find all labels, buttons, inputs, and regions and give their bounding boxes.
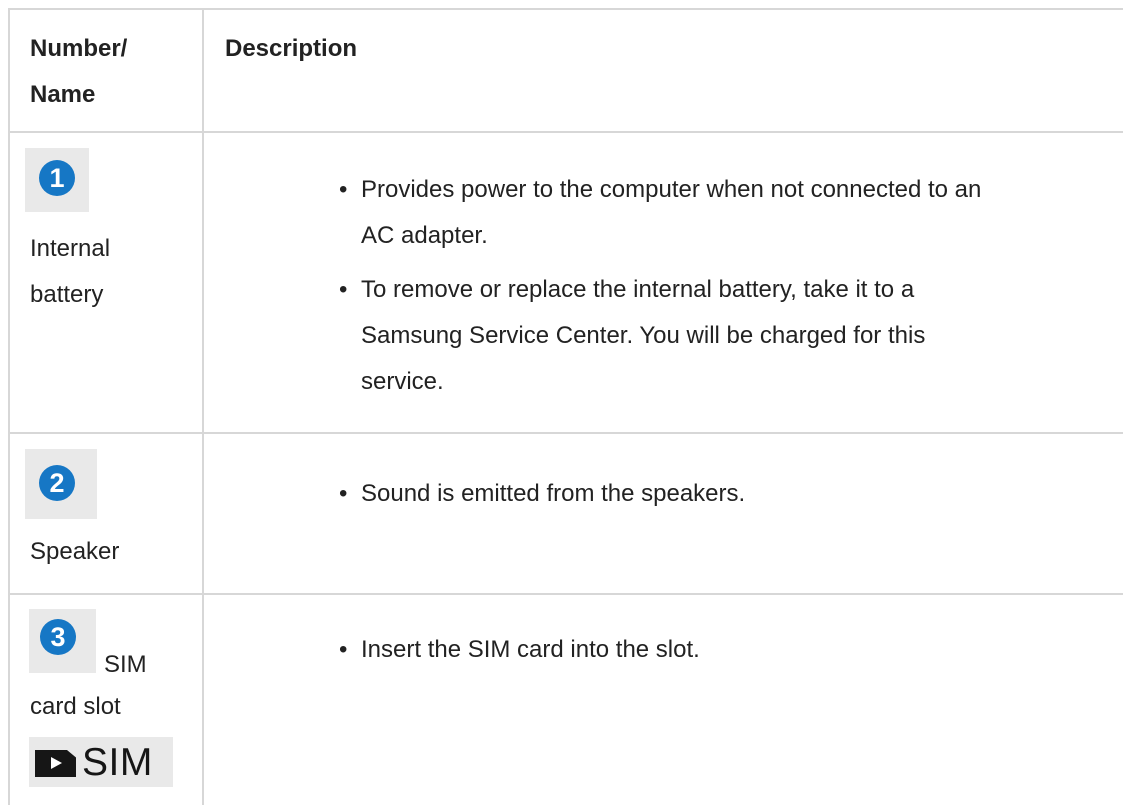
- header-divider: [8, 131, 1123, 133]
- list-item-line: To remove or replace the internal batter…: [361, 276, 915, 303]
- row-name-line: Speaker: [30, 538, 120, 565]
- row-name-line: battery: [30, 281, 104, 308]
- sim-icon-label: SIM: [82, 741, 153, 784]
- number-3-icon: 3: [40, 619, 76, 655]
- column-divider: [202, 8, 204, 805]
- number-badge-box: 1: [25, 148, 89, 212]
- row-name-card-slot: card slot: [30, 693, 121, 720]
- list-item-line: AC adapter.: [361, 222, 488, 249]
- sim-play-icon: [35, 750, 76, 777]
- number-2-icon: 2: [39, 465, 75, 501]
- table-left-border: [8, 8, 10, 805]
- list-item: Sound is emitted from the speakers.: [339, 471, 745, 517]
- table-top-border: [8, 8, 1123, 10]
- header-name-line: Name: [30, 81, 96, 108]
- list-item-line: Provides power to the computer when not …: [361, 176, 982, 203]
- number-badge-box: 2: [25, 449, 97, 519]
- row-divider: [8, 593, 1123, 595]
- components-table: Number/ Name Description 1 Internal batt…: [8, 8, 1123, 805]
- description-list: Insert the SIM card into the slot.: [339, 627, 700, 673]
- row-name-speaker: Speaker: [30, 529, 119, 575]
- list-item: Provides power to the computer when not …: [339, 167, 981, 259]
- description-list: Provides power to the computer when not …: [339, 167, 981, 405]
- sim-card-icon: SIM: [29, 737, 173, 787]
- list-item: Insert the SIM card into the slot.: [339, 627, 700, 673]
- header-number-name: Number/ Name: [30, 26, 127, 118]
- list-item-line: Sound is emitted from the speakers.: [361, 480, 746, 507]
- number-badge-box: 3: [29, 609, 96, 673]
- list-item-line: Insert the SIM card into the slot.: [361, 636, 700, 663]
- list-item-line: Samsung Service Center. You will be char…: [361, 322, 926, 349]
- header-description: Description: [225, 35, 358, 62]
- row-name-sim-first: SIM: [104, 651, 147, 678]
- list-item: To remove or replace the internal batter…: [339, 267, 981, 405]
- row-name-internal-battery: Internal battery: [30, 226, 110, 318]
- description-list: Sound is emitted from the speakers.: [339, 471, 745, 517]
- number-1-icon: 1: [39, 160, 75, 196]
- row-name-line: Internal: [30, 235, 111, 262]
- header-number-line: Number/: [30, 35, 128, 62]
- row-divider: [8, 432, 1123, 434]
- list-item-line: service.: [361, 368, 444, 395]
